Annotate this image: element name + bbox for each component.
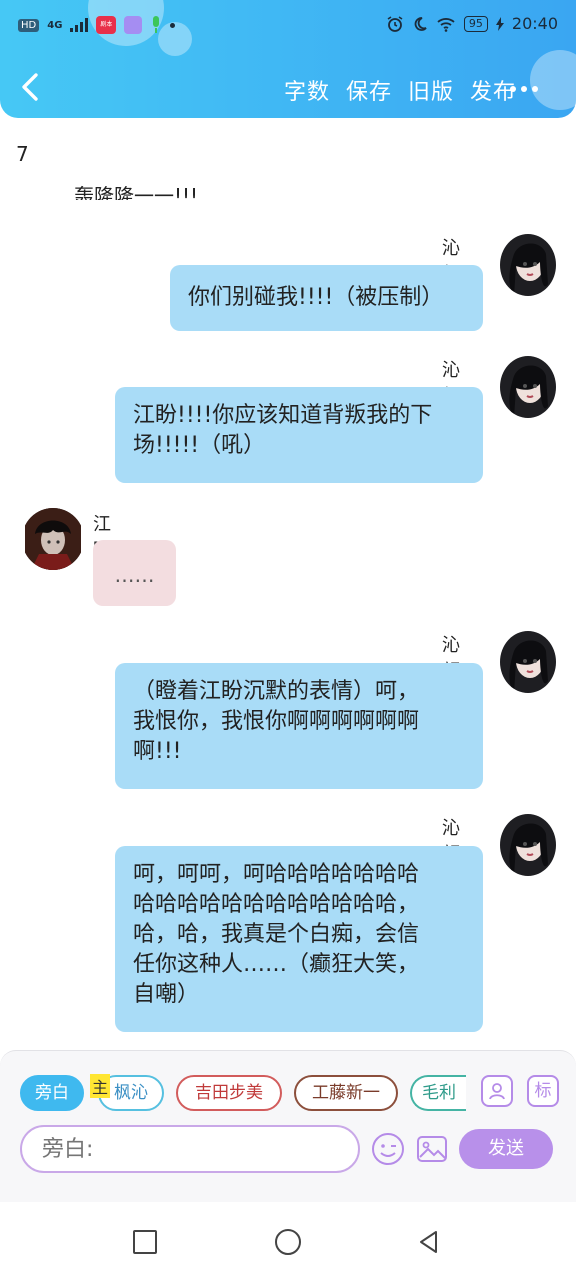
save-button[interactable]: 保存 — [346, 74, 392, 106]
more-options-icon[interactable] — [510, 86, 538, 92]
role-chip-kudo-shinichi[interactable]: 工藤新一 — [294, 1075, 398, 1111]
app-notification-icon: 剧本 — [96, 16, 117, 34]
tag-button[interactable]: 标 — [527, 1075, 559, 1107]
avatar-jiangpan[interactable] — [22, 508, 84, 570]
message-line: 任你这种人……（癫狂大笑， — [133, 952, 420, 977]
message-line: （瞪着江盼沉默的表情）呵， — [133, 679, 420, 704]
message-bubble[interactable]: …… — [93, 540, 176, 606]
message-line: 哈哈哈哈哈哈哈哈哈哈哈哈， — [133, 892, 420, 917]
system-navigation-bar — [0, 1202, 576, 1280]
message-line: 场!!!!!（吼） — [133, 433, 266, 458]
clock-time: 20:40 — [511, 14, 558, 33]
avatar-qinyan[interactable] — [500, 356, 556, 418]
message-bubble[interactable]: 呵，呵呵，呵哈哈哈哈哈哈哈 哈哈哈哈哈哈哈哈哈哈哈哈， 哈，哈，我真是个白痴，会… — [115, 846, 483, 1032]
app-screen: HD 4G 剧本 95 20:40 字数 保存 旧版 发布 7 轰隆隆一一!!!… — [0, 0, 576, 1280]
status-bar: HD 4G 剧本 95 20:40 — [0, 0, 576, 52]
message-line: 自嘲） — [133, 982, 200, 1007]
header-actions: 字数 保存 旧版 发布 — [284, 74, 516, 106]
send-button[interactable]: 发送 — [459, 1129, 553, 1169]
scene-number: 7 — [16, 142, 29, 166]
old-version-button[interactable]: 旧版 — [408, 74, 454, 106]
back-arrow-icon[interactable] — [14, 70, 48, 104]
image-icon[interactable] — [414, 1131, 450, 1167]
message-line: 啊!!! — [133, 739, 182, 764]
recent-apps-icon[interactable] — [133, 1230, 157, 1254]
nav-bar: 字数 保存 旧版 发布 — [0, 60, 576, 116]
message-line: 我恨你，我恨你啊啊啊啊啊啊 — [133, 709, 420, 734]
message-bubble[interactable]: （瞪着江盼沉默的表情）呵， 我恨你，我恨你啊啊啊啊啊啊 啊!!! — [115, 663, 483, 789]
message-bubble[interactable]: 江盼!!!!你应该知道背叛我的下 场!!!!!（吼） — [115, 387, 483, 483]
role-chip-yoshida-ayumi[interactable]: 吉田步美 — [176, 1075, 282, 1111]
avatar-qinyan[interactable] — [500, 234, 556, 296]
message-line: 呵，呵呵，呵哈哈哈哈哈哈哈 — [133, 862, 420, 887]
battery-level: 95 — [463, 15, 488, 32]
more-notifications-dot — [170, 22, 176, 28]
character-list-button[interactable] — [481, 1075, 513, 1107]
message-bubble[interactable]: 你们别碰我!!!!（被压制） — [170, 265, 483, 331]
role-chip-mori[interactable]: 毛利 — [410, 1075, 466, 1111]
header-bar: HD 4G 剧本 95 20:40 字数 保存 旧版 发布 — [0, 0, 576, 118]
app-notification-icon-2 — [124, 16, 143, 34]
message-line: 江盼!!!!你应该知道背叛我的下 — [133, 403, 433, 428]
word-count-button[interactable]: 字数 — [284, 74, 330, 106]
alarm-icon — [387, 15, 403, 32]
message-input[interactable] — [20, 1125, 360, 1173]
home-icon[interactable] — [275, 1229, 301, 1255]
emoji-icon[interactable] — [370, 1131, 406, 1167]
main-character-tag: 主 — [90, 1074, 111, 1098]
partial-narration-text: 轰隆隆一一!!! — [74, 184, 199, 200]
chat-area[interactable]: 7 轰隆隆一一!!! 沁颜 你们别碰我!!!!（被压制） 沁颜 江盼!!!!你应… — [0, 118, 576, 1050]
role-chip-narrator[interactable]: 旁白 — [20, 1075, 84, 1111]
network-type: 4G — [47, 19, 63, 31]
system-back-icon[interactable] — [416, 1229, 442, 1255]
avatar-qinyan[interactable] — [500, 814, 556, 876]
hd-badge: HD — [18, 18, 40, 32]
person-icon — [489, 1083, 505, 1100]
input-panel: 旁白 枫沁 主 吉田步美 工藤新一 毛利 标 发送 — [0, 1050, 576, 1203]
avatar-qinyan[interactable] — [500, 631, 556, 693]
charging-icon — [495, 16, 504, 31]
do-not-disturb-moon-icon — [414, 16, 427, 31]
message-line: 哈，哈，我真是个白痴，会信 — [133, 922, 420, 947]
wifi-icon — [437, 17, 455, 32]
microphone-icon — [150, 16, 162, 34]
signal-icon — [70, 18, 89, 32]
